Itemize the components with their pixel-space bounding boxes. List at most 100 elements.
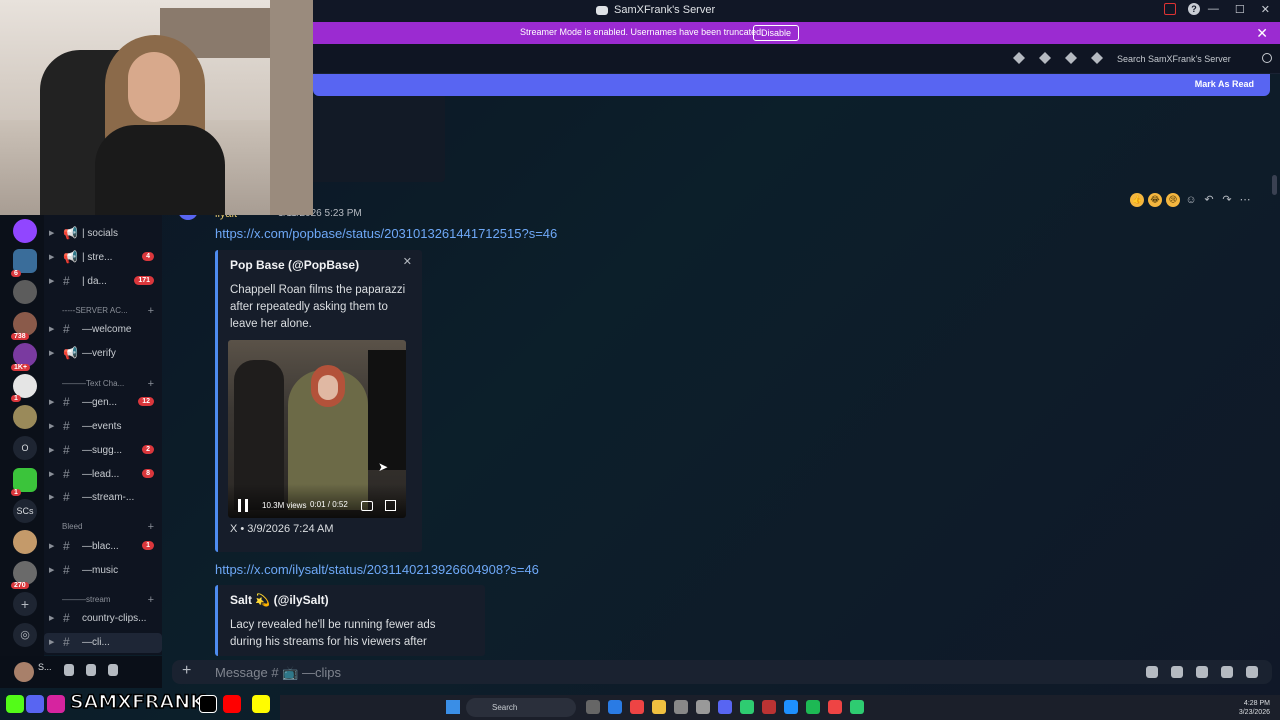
channel-socials[interactable]: ▶ 📢 | socials: [44, 224, 162, 244]
app-icon[interactable]: [740, 700, 754, 714]
channel-welcome[interactable]: ▶ # —welcome: [44, 320, 162, 340]
minimize-button[interactable]: —: [1208, 3, 1219, 16]
user-avatar[interactable]: [14, 662, 34, 682]
app-icon[interactable]: [674, 700, 688, 714]
forward-icon[interactable]: ↷: [1220, 193, 1234, 207]
window-title: SamXFrank's Server: [596, 4, 715, 16]
inbox-icon[interactable]: [1164, 3, 1176, 15]
message-link-2[interactable]: https://x.com/ilysalt/status/20311402139…: [215, 562, 539, 577]
message-input-bar[interactable]: + Message # 📺 —clips: [172, 660, 1272, 684]
embed-video[interactable]: 10.3M views 0:01 / 0:52 ➤: [228, 340, 406, 518]
more-icon[interactable]: ⋯: [1238, 193, 1252, 207]
reaction-thumbs-up[interactable]: 👍: [1130, 193, 1144, 207]
category-bleed[interactable]: Bleed +: [62, 521, 162, 533]
add-reaction-icon[interactable]: ☺: [1184, 193, 1198, 207]
channel-leaderboard[interactable]: ▶ # —lead... 8: [44, 465, 162, 485]
server-icon[interactable]: [13, 219, 37, 243]
server-icon[interactable]: 6: [11, 249, 37, 277]
embed-close-icon[interactable]: ✕: [403, 255, 412, 268]
banner-close-icon[interactable]: ✕: [1256, 25, 1268, 42]
reaction-laugh[interactable]: 😂: [1148, 193, 1162, 207]
kick-icon: [6, 695, 24, 713]
headphones-icon[interactable]: [86, 664, 96, 676]
channel-stream[interactable]: ▶ 📢 | stre... 4: [44, 248, 162, 268]
channel-events[interactable]: ▶ # —events: [44, 417, 162, 437]
file-explorer-icon[interactable]: [652, 700, 666, 714]
chrome-icon[interactable]: [630, 700, 644, 714]
channel-black[interactable]: ▶ # —blac... 1: [44, 537, 162, 557]
reply-icon[interactable]: ↶: [1202, 193, 1216, 207]
upload-plus-icon[interactable]: +: [182, 662, 191, 680]
volume-icon[interactable]: [361, 501, 373, 511]
server-icon[interactable]: [13, 405, 37, 429]
channel-general[interactable]: ▶ # —gen... 12: [44, 393, 162, 413]
notification-settings-icon[interactable]: [1039, 52, 1051, 64]
fullscreen-icon[interactable]: [385, 500, 396, 511]
explore-servers-icon[interactable]: ◎: [13, 623, 37, 647]
server-icon[interactable]: 1: [11, 374, 37, 402]
sticker-icon[interactable]: [1196, 666, 1208, 678]
member-list-icon[interactable]: [1091, 52, 1103, 64]
discord-icon: [26, 695, 44, 713]
settings-icon[interactable]: [696, 700, 710, 714]
spotify-icon[interactable]: [806, 700, 820, 714]
window-title-text: SamXFrank's Server: [614, 4, 716, 16]
windows-start-icon[interactable]: [446, 700, 460, 714]
gift-icon[interactable]: [1146, 666, 1158, 678]
taskbar-clock[interactable]: 4:28 PM 3/23/2026: [1239, 699, 1270, 717]
server-icon[interactable]: 270: [11, 561, 37, 589]
apps-icon[interactable]: [1246, 666, 1258, 678]
server-icon[interactable]: [13, 280, 37, 304]
threads-icon[interactable]: [1013, 52, 1025, 64]
microphone-icon[interactable]: [64, 664, 74, 676]
add-server-icon[interactable]: +: [13, 592, 37, 616]
channel-list: ▶ 📢 | socials ▶ 📢 | stre... 4 ▶ # | da... 171 --…: [44, 215, 162, 655]
chat-scrollbar[interactable]: [1272, 175, 1277, 195]
channel-header: Search SamXFrank's Server: [313, 44, 1280, 74]
gif-icon[interactable]: [1171, 666, 1183, 678]
task-view-icon[interactable]: [586, 700, 600, 714]
embed-author-2[interactable]: Salt 💫 (@ilySalt): [230, 593, 329, 607]
category-stream[interactable]: ———stream +: [62, 594, 162, 606]
new-messages-bar[interactable]: Mark As Read: [313, 74, 1270, 96]
message-link-1[interactable]: https://x.com/popbase/status/20310132614…: [215, 226, 557, 241]
edge-icon[interactable]: [608, 700, 622, 714]
embed-author[interactable]: Pop Base (@PopBase): [230, 258, 359, 272]
close-window-button[interactable]: ✕: [1261, 3, 1270, 16]
discord-icon: [596, 5, 608, 15]
reaction-cry[interactable]: 😢: [1166, 193, 1180, 207]
channel-suggestions[interactable]: ▶ # —sugg... 2: [44, 441, 162, 461]
settings-gear-icon[interactable]: [108, 664, 118, 676]
server-icon[interactable]: SCs: [13, 499, 37, 523]
emoji-icon[interactable]: [1221, 666, 1233, 678]
pause-icon[interactable]: [238, 499, 248, 512]
app-icon[interactable]: [784, 700, 798, 714]
channel-verify[interactable]: ▶ 📢 —verify: [44, 344, 162, 364]
category-text-channels[interactable]: ———Text Cha... +: [62, 378, 162, 390]
channel-clips[interactable]: ▶ # —cli...: [44, 633, 162, 653]
maximize-button[interactable]: ☐: [1235, 3, 1245, 16]
message-input[interactable]: Message # 📺 —clips: [215, 665, 341, 681]
taskbar-search[interactable]: Search: [466, 698, 576, 717]
category-server-access[interactable]: -----SERVER AC... +: [62, 305, 162, 317]
mark-as-read-button[interactable]: Mark As Read: [1195, 79, 1254, 89]
channel-music[interactable]: ▶ # —music: [44, 561, 162, 581]
app-icon[interactable]: [850, 700, 864, 714]
help-icon[interactable]: ?: [1188, 3, 1200, 15]
clock-time: 4:28 PM: [1243, 700, 1270, 707]
server-icon[interactable]: [13, 530, 37, 554]
channel-da[interactable]: ▶ # | da... 171: [44, 272, 162, 292]
channel-country-clips[interactable]: ▶ # country-clips...: [44, 609, 162, 629]
obs-icon[interactable]: [762, 700, 776, 714]
discord-taskbar-icon[interactable]: [718, 700, 732, 714]
pinned-messages-icon[interactable]: [1065, 52, 1077, 64]
chrome-icon[interactable]: [828, 700, 842, 714]
channel-stream-ideas[interactable]: ▶ # —stream-...: [44, 488, 162, 508]
server-icon[interactable]: 1K+: [11, 343, 37, 371]
disable-streamer-mode-button[interactable]: Disable: [753, 25, 800, 41]
server-icon[interactable]: 738: [11, 312, 37, 340]
server-icon[interactable]: 1: [11, 468, 37, 496]
server-icon[interactable]: O: [13, 436, 37, 460]
x-icon: [199, 695, 217, 713]
search-input[interactable]: Search SamXFrank's Server: [1117, 51, 1267, 67]
